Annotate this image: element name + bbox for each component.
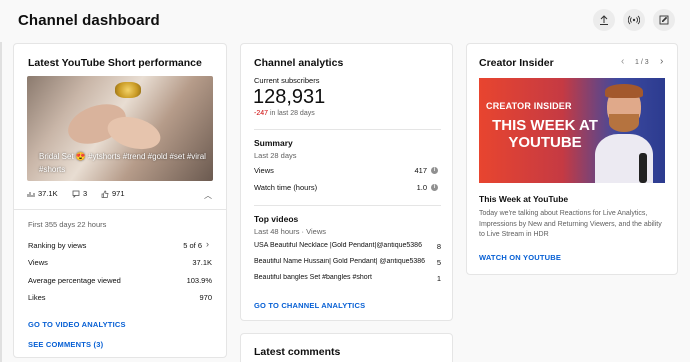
host-beard — [609, 114, 639, 132]
card-title: Channel analytics — [254, 57, 344, 69]
chevron-up-icon[interactable]: ︿ — [204, 190, 212, 201]
latest-comments-card: Latest comments — [240, 333, 453, 362]
see-comments-link[interactable]: SEE COMMENTS (3) — [28, 340, 103, 349]
thumbnail-gold-jewelry — [115, 82, 141, 98]
views-label: Views — [28, 258, 48, 267]
views-count: 37.1K — [38, 189, 58, 198]
short-performance-card: Latest YouTube Short performance Bridal … — [13, 43, 227, 358]
pager: 1 / 3 — [635, 59, 649, 66]
card-title: Latest YouTube Short performance — [28, 57, 202, 69]
ranking-value: 5 of 6 — [183, 241, 202, 250]
insider-video-title[interactable]: This Week at YouTube — [479, 194, 568, 204]
divider — [254, 129, 441, 130]
short-caption: Bridal Set 😍 #ytshorts #trend #gold #set… — [39, 152, 206, 174]
top-video-title[interactable]: USA Beautiful Necklace |Gold Pendant|@an… — [254, 242, 426, 249]
subscribers-count: 128,931 — [253, 86, 326, 108]
likes-stat: 971 — [101, 189, 125, 198]
insider-description: Today we're talking about Reactions for … — [479, 210, 662, 238]
watch-time-label: Watch time (hours) — [254, 183, 318, 192]
create-post-icon[interactable] — [653, 9, 675, 31]
channel-analytics-link[interactable]: GO TO CHANNEL ANALYTICS — [254, 301, 365, 310]
watch-time-value: 1.0 — [416, 183, 427, 192]
info-icon[interactable]: i — [431, 184, 438, 191]
channel-analytics-card: Channel analytics Current subscribers 12… — [240, 43, 453, 321]
summary-title: Summary — [254, 138, 293, 148]
comments-stat: 3 — [72, 189, 87, 198]
comments-count: 3 — [83, 189, 88, 198]
chevron-right-icon[interactable]: › — [660, 56, 663, 67]
page-title: Channel dashboard — [18, 12, 160, 29]
likes-label: Likes — [28, 293, 46, 302]
likes-count: 971 — [112, 189, 125, 198]
promo-subheading: THIS WEEK AT YOUTUBE — [492, 117, 598, 151]
top-video-title[interactable]: Beautiful Name Hussain| Gold Pendant| @a… — [254, 258, 426, 265]
subscribers-label: Current subscribers — [254, 76, 320, 85]
summary-views-label: Views — [254, 166, 274, 175]
upload-icon[interactable] — [593, 9, 615, 31]
top-bar: Channel dashboard — [0, 0, 690, 42]
info-icon[interactable]: i — [431, 167, 438, 174]
left-divider — [0, 42, 2, 362]
delta-suffix: in last 28 days — [268, 110, 315, 117]
subscribers-delta: -247 in last 28 days — [254, 110, 315, 117]
summary-views-value: 417 — [414, 166, 427, 175]
top-video-title[interactable]: Beautiful bangles Set #bangles #short — [254, 274, 426, 281]
ranking-label: Ranking by views — [28, 241, 87, 250]
likes-value: 970 — [199, 293, 212, 302]
thumbs-up-icon — [101, 190, 109, 198]
top-video-views: 5 — [436, 258, 441, 267]
delta-value: -247 — [254, 110, 269, 117]
views-value: 37.1K — [192, 258, 212, 267]
promo-heading: CREATOR INSIDER — [486, 101, 572, 111]
microphone — [639, 153, 647, 183]
top-videos-title: Top videos — [254, 214, 299, 224]
top-videos-period: Last 48 hours · Views — [254, 227, 326, 236]
summary-period: Last 28 days — [254, 151, 297, 160]
comment-icon — [72, 190, 80, 198]
short-thumbnail[interactable]: Bridal Set 😍 #ytshorts #trend #gold #set… — [27, 76, 213, 181]
watch-on-youtube-link[interactable]: WATCH ON YOUTUBE — [479, 253, 561, 262]
period-label: First 355 days 22 hours — [28, 220, 107, 229]
top-video-views: 8 — [436, 242, 441, 251]
video-analytics-link[interactable]: GO TO VIDEO ANALYTICS — [28, 320, 126, 329]
card-title: Latest comments — [254, 346, 341, 358]
bar-chart-icon — [27, 191, 35, 197]
divider — [254, 205, 441, 206]
avg-viewed-value: 103.9% — [186, 276, 212, 285]
chevron-right-icon[interactable]: › — [206, 239, 209, 249]
insider-thumbnail[interactable]: CREATOR INSIDER THIS WEEK AT YOUTUBE — [479, 78, 665, 183]
views-stat: 37.1K — [27, 189, 58, 198]
card-title: Creator Insider — [479, 57, 554, 69]
avg-viewed-label: Average percentage viewed — [28, 276, 121, 285]
host-hair — [605, 84, 643, 98]
host-image — [595, 84, 653, 183]
live-icon[interactable] — [623, 9, 645, 31]
chevron-left-icon[interactable]: ‹ — [621, 56, 624, 67]
creator-insider-card: Creator Insider ‹ 1 / 3 › CREATOR INSIDE… — [466, 43, 678, 275]
top-video-views: 1 — [436, 274, 441, 283]
divider — [14, 209, 226, 210]
